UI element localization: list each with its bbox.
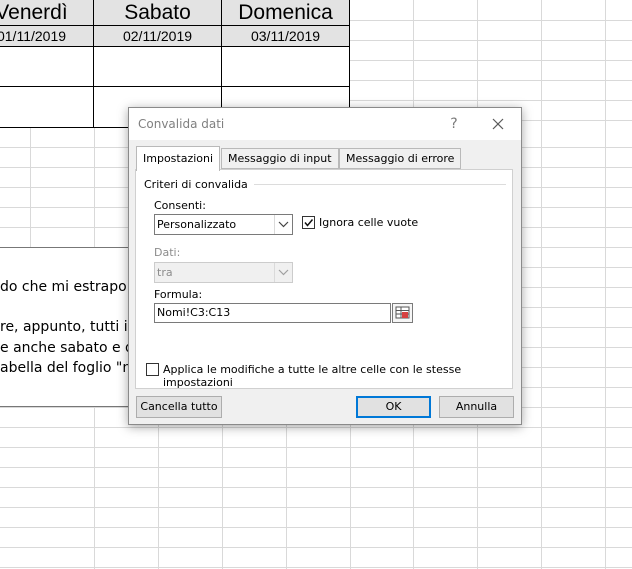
table-cell[interactable] xyxy=(0,47,94,87)
formula-label: Formula: xyxy=(154,288,203,301)
close-button[interactable] xyxy=(483,112,513,136)
apply-all-label[interactable]: Applica le modifiche a tutte le altre ce… xyxy=(163,363,512,389)
note-line: do che mi estrapoli i xyxy=(0,279,143,295)
cancel-button[interactable]: Annulla xyxy=(439,396,514,418)
date-cell-saturday[interactable]: 02/11/2019 xyxy=(94,26,222,47)
tab-input-message[interactable]: Messaggio di input xyxy=(221,148,339,169)
allow-label: Consenti: xyxy=(154,199,206,212)
date-cell-friday[interactable]: 01/11/2019 xyxy=(0,26,94,47)
range-selector-icon xyxy=(395,306,410,319)
header-cell-friday[interactable]: Venerdì xyxy=(0,0,94,26)
note-line: abella del foglio "nor xyxy=(0,360,146,376)
group-divider xyxy=(254,184,506,185)
data-label: Dati: xyxy=(154,246,181,259)
apply-all-checkbox[interactable] xyxy=(146,363,159,376)
header-cell-sunday[interactable]: Domenica xyxy=(222,0,350,26)
tab-settings[interactable]: Impostazioni xyxy=(136,146,221,171)
close-icon xyxy=(492,118,504,130)
dialog-title: Convalida dati xyxy=(138,117,225,131)
data-combobox[interactable]: tra xyxy=(154,262,293,283)
chevron-down-icon[interactable] xyxy=(274,263,292,282)
ignore-blank-label[interactable]: Ignora celle vuote xyxy=(319,216,418,229)
formula-input[interactable]: Nomi!C3:C13 xyxy=(154,303,391,323)
checkmark-icon xyxy=(304,219,314,227)
table-cell[interactable] xyxy=(0,87,94,128)
validation-criteria-heading: Criteri di convalida xyxy=(144,178,248,191)
data-validation-dialog[interactable]: Convalida dati ? Impostazioni Messaggio … xyxy=(128,107,522,425)
table-cell[interactable] xyxy=(222,47,350,87)
clear-all-button[interactable]: Cancella tutto xyxy=(136,396,222,418)
allow-combobox[interactable]: Personalizzato xyxy=(154,214,293,235)
ignore-blank-checkbox[interactable] xyxy=(302,216,315,229)
header-cell-saturday[interactable]: Sabato xyxy=(94,0,222,26)
range-selector-button[interactable] xyxy=(392,303,413,323)
chevron-down-icon[interactable] xyxy=(274,215,292,234)
dialog-titlebar[interactable]: Convalida dati ? xyxy=(129,108,521,140)
settings-panel: Criteri di convalida Consenti: Personali… xyxy=(135,169,513,389)
date-cell-sunday[interactable]: 03/11/2019 xyxy=(222,26,350,47)
help-button[interactable]: ? xyxy=(439,113,469,135)
allow-combobox-value: Personalizzato xyxy=(157,218,237,231)
tab-error-message[interactable]: Messaggio di errore xyxy=(339,148,462,169)
data-combobox-value: tra xyxy=(157,266,173,279)
table-cell[interactable] xyxy=(94,47,222,87)
ok-button[interactable]: OK xyxy=(356,396,431,418)
